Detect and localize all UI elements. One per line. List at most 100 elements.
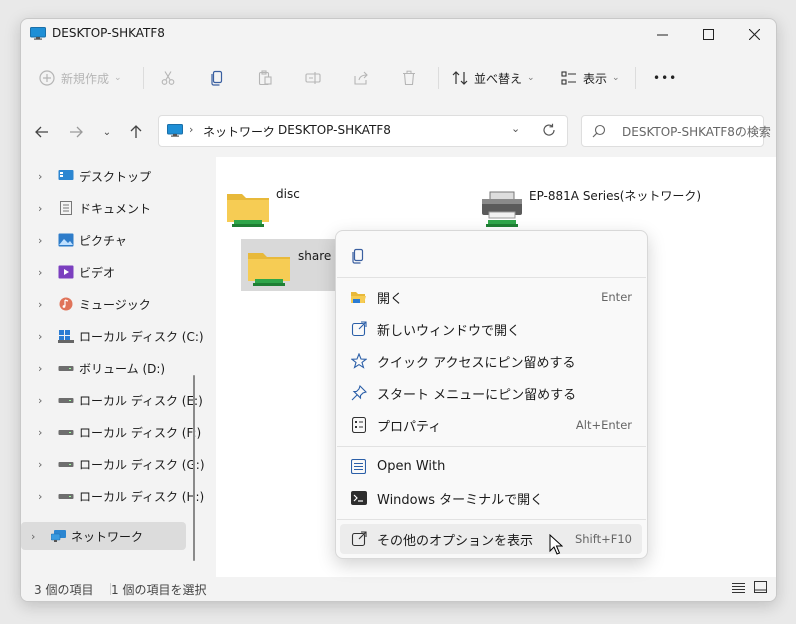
menu-item-label: クイック アクセスにピン留めする [377,355,576,371]
sidebar-item-label: ミュージック [79,297,151,312]
more-icon: ••• [653,71,678,85]
menu-item-label: 新しいウィンドウで開く [377,323,521,339]
chevron-down-icon: ⌄ [527,73,535,83]
title-bar: DESKTOP-SHKATF8 [21,19,776,49]
sidebar-item-drive-d[interactable]: › ボリューム (D:) [21,354,186,382]
status-bar: 3 個の項目 1 個の項目を選択 [21,577,776,601]
sidebar-scrollbar[interactable] [193,375,195,561]
item-disc[interactable]: disc [219,180,469,232]
search-box[interactable]: DESKTOP-SHKATF8の検索 [581,115,771,147]
videos-icon [58,265,74,279]
copy-icon [211,70,223,86]
copy-icon [352,248,364,264]
search-placeholder: DESKTOP-SHKATF8の検索 [622,125,771,139]
chevron-right-icon[interactable]: › [38,330,42,343]
view-button[interactable]: 表示 ⌄ [561,65,620,91]
sidebar-item-pictures[interactable]: › ピクチャ [21,226,186,254]
sidebar-item-documents[interactable]: › ドキュメント [21,194,186,222]
chevron-right-icon[interactable]: › [38,202,42,215]
chevron-right-icon[interactable]: › [38,394,42,407]
delete-button[interactable] [401,65,417,91]
rename-button[interactable] [305,65,321,91]
menu-item-properties[interactable]: プロパティ Alt+Enter [340,410,642,440]
chevron-right-icon[interactable]: › [38,298,42,311]
menu-item-pin-quick-access[interactable]: クイック アクセスにピン留めする [340,346,642,376]
menu-item-open[interactable]: 開く Enter [340,282,642,312]
up-button[interactable] [123,119,149,145]
shared-folder-icon [227,194,269,227]
back-button[interactable] [29,119,55,145]
open-new-window-icon [350,321,367,338]
recent-locations-button[interactable]: ⌄ [94,119,120,145]
maximize-button[interactable] [685,19,731,49]
chevron-right-icon[interactable]: › [38,170,42,183]
arrow-left-icon [35,126,48,138]
network-icon [51,530,66,542]
chevron-right-icon: › [189,123,194,136]
sidebar-item-drive-g[interactable]: › ローカル ディスク (G:) [21,450,205,478]
sidebar-item-videos[interactable]: › ビデオ [21,258,186,286]
arrow-up-icon [130,125,142,138]
chevron-right-icon[interactable]: › [38,362,42,375]
share-button[interactable] [353,65,369,91]
toolbar-divider [438,67,439,89]
chevron-right-icon[interactable]: › [38,426,42,439]
more-options-icon [350,531,367,548]
sidebar-item-music[interactable]: › ミュージック [21,290,186,318]
menu-item-label: プロパティ [377,419,442,435]
chevron-right-icon[interactable]: › [38,490,42,503]
sidebar-item-drive-h[interactable]: › ローカル ディスク (H:) [21,482,204,510]
tiles-view-icon[interactable] [754,581,767,594]
menu-item-pin-start[interactable]: スタート メニューにピン留めする [340,378,642,408]
menu-item-open-with[interactable]: Open With [340,451,642,481]
close-button[interactable] [731,19,776,49]
sidebar-item-drive-c[interactable]: › ローカル ディスク (C:) [21,322,204,350]
address-history-chevron-icon[interactable]: ⌄ [511,122,520,135]
documents-icon [60,201,72,215]
paste-button[interactable] [257,65,273,91]
pin-icon [350,385,367,402]
sidebar-item-desktop[interactable]: › デスクトップ [21,162,186,190]
close-icon [748,28,760,40]
toolbar-divider [143,67,144,89]
sort-icon [452,71,468,85]
more-button[interactable]: ••• [653,65,677,91]
copy-button[interactable] [209,65,225,91]
new-button[interactable]: 新規作成 ⌄ [39,65,122,91]
refresh-icon[interactable] [542,123,556,137]
menu-item-label: 開く [377,291,404,307]
windows-drive-icon [58,330,74,343]
drive-icon [58,398,74,403]
menu-item-show-more-options[interactable]: その他のオプションを表示 Shift+F10 [340,524,642,554]
chevron-right-icon[interactable]: › [38,458,42,471]
sidebar-item-network[interactable]: › ネットワーク [21,522,186,550]
copy-action-button[interactable] [346,244,370,268]
chevron-right-icon[interactable]: › [38,266,42,279]
details-view-icon[interactable] [732,582,745,594]
rename-icon [305,72,321,84]
selected-count: 1 個の項目を選択 [111,583,207,597]
chevron-right-icon[interactable]: › [38,234,42,247]
sidebar-item-drive-e[interactable]: › ローカル ディスク (E:) [21,386,203,414]
sidebar-item-label: ローカル ディスク (E:) [79,393,203,408]
breadcrumb-computer[interactable]: DESKTOP-SHKATF8 [278,123,391,137]
menu-divider [337,519,646,520]
terminal-icon [350,490,367,507]
sidebar-item-drive-f[interactable]: › ローカル ディスク (F:) [21,418,201,446]
item-label: share [298,249,332,263]
menu-item-open-new-window[interactable]: 新しいウィンドウで開く [340,314,642,344]
menu-item-open-terminal[interactable]: Windows ターミナルで開く [340,483,642,513]
sidebar-item-label: デスクトップ [79,169,152,184]
view-label: 表示 [583,71,608,86]
chevron-right-icon[interactable]: › [31,530,35,543]
menu-item-shortcut: Shift+F10 [574,532,632,546]
item-printer[interactable]: EP-881A Series(ネットワーク) [474,180,724,232]
minimize-button[interactable] [639,19,685,49]
address-bar[interactable]: › ネットワーク › DESKTOP-SHKATF8 ⌄ [158,115,568,147]
drive-icon [58,462,74,467]
forward-button[interactable] [63,119,89,145]
sort-button[interactable]: 並べ替え ⌄ [452,65,535,91]
sidebar-item-label: ドキュメント [79,201,152,216]
drive-icon [58,366,74,371]
cut-button[interactable] [160,65,176,91]
